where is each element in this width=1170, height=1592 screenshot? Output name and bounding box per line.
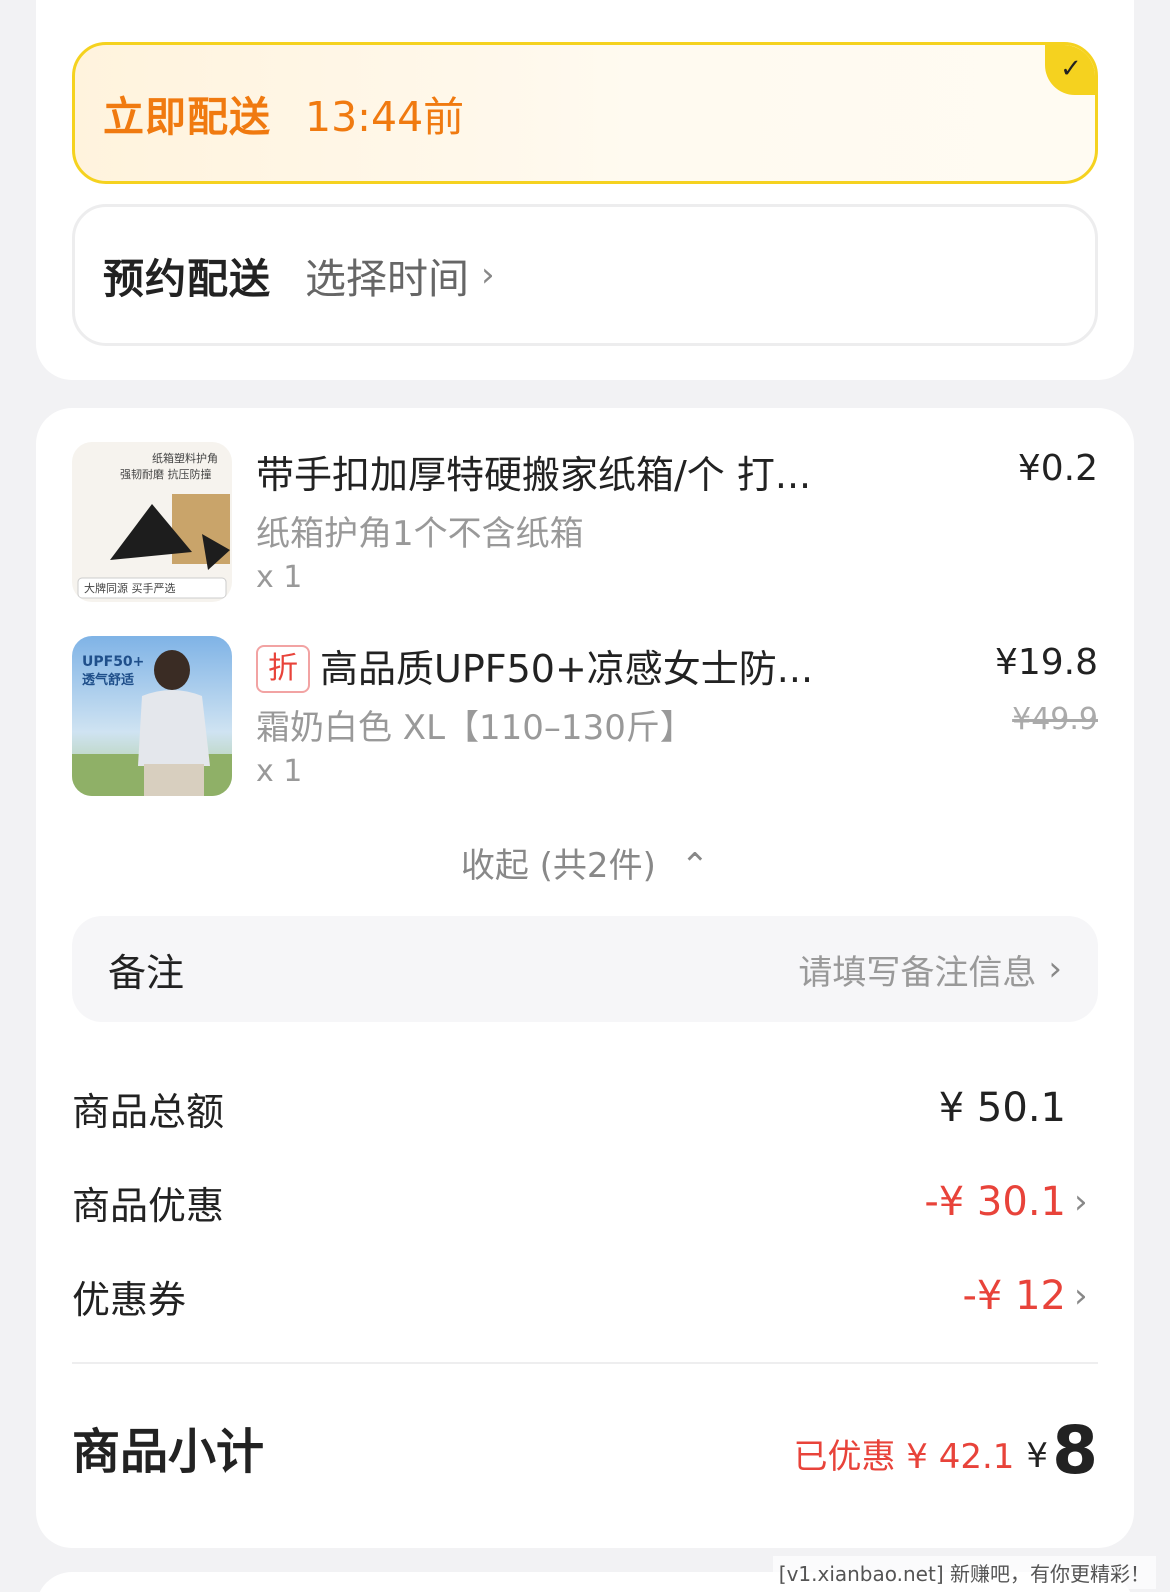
chevron-right-icon: › <box>481 255 495 295</box>
product-qty: x 1 <box>256 754 303 789</box>
choose-time-link[interactable]: 选择时间 <box>305 245 469 305</box>
product-original-price: ¥49.9 <box>1012 702 1098 737</box>
delivery-now-time: 13:44前 <box>305 93 465 141</box>
product-title: 带手扣加厚特硬搬家纸箱/个 打... <box>256 453 812 497</box>
chevron-right-icon: › <box>1074 1182 1088 1222</box>
chevron-right-icon: › <box>1074 1276 1088 1316</box>
product-price: ¥0.2 <box>1017 448 1098 489</box>
delivery-option-now[interactable]: 立即配送 13:44前 ✓ <box>72 42 1098 184</box>
product-spec: 霜奶白色 XL【110–130斤】 <box>256 708 694 748</box>
divider <box>72 1362 1098 1364</box>
discount-value: -¥ 30.1 <box>924 1179 1066 1225</box>
remark-label: 备注 <box>108 950 185 995</box>
product-spec: 纸箱护角1个不含纸箱 <box>256 514 584 554</box>
discount-row[interactable]: 商品优惠 -¥ 30.1 › <box>72 1172 1098 1232</box>
coupon-label: 优惠券 <box>72 1277 187 1322</box>
thumb-caption: 纸箱塑料护角 <box>152 451 218 465</box>
thumb-caption: 强韧耐磨 抗压防撞 <box>120 467 212 481</box>
discount-tag: 折 <box>256 645 310 693</box>
thumb-caption: 大牌同源 买手严选 <box>84 581 176 595</box>
check-icon: ✓ <box>1045 45 1095 95</box>
total-label: 商品总额 <box>72 1089 225 1134</box>
discount-label: 商品优惠 <box>72 1183 225 1228</box>
thumb-caption: 透气舒适 <box>82 672 134 688</box>
subtotal-currency: ¥ <box>1026 1436 1049 1476</box>
list-item[interactable]: 纸箱塑料护角 强韧耐磨 抗压防撞 大牌同源 买手严选 带手扣加厚特硬搬家纸箱/个… <box>72 442 1098 602</box>
coupon-row[interactable]: 优惠券 -¥ 12 › <box>72 1266 1098 1326</box>
list-item[interactable]: UPF50+ 透气舒适 折高品质UPF50+凉感女士防... 霜奶白色 XL【1… <box>72 636 1098 796</box>
product-title: 折高品质UPF50+凉感女士防... <box>256 638 813 693</box>
chevron-right-icon: › <box>1048 949 1062 989</box>
product-image: 纸箱塑料护角 强韧耐磨 抗压防撞 大牌同源 买手严选 <box>72 442 232 602</box>
total-row: 商品总额 ¥ 50.1 <box>72 1078 1098 1138</box>
total-value: ¥ 50.1 <box>938 1085 1066 1131</box>
order-card: 纸箱塑料护角 强韧耐磨 抗压防撞 大牌同源 买手严选 带手扣加厚特硬搬家纸箱/个… <box>36 408 1134 1548</box>
delivery-later-label: 预约配送 <box>103 255 271 303</box>
chevron-up-icon: ⌃ <box>680 846 710 886</box>
thumb-caption: UPF50+ <box>82 654 144 670</box>
product-qty: x 1 <box>256 560 303 595</box>
collapse-label: 收起 (共2件) <box>460 846 656 886</box>
remark-field[interactable]: 备注 请填写备注信息 › <box>72 916 1098 1022</box>
delivery-card: 立即配送 13:44前 ✓ 预约配送 选择时间 › <box>36 0 1134 380</box>
collapse-items-button[interactable]: 收起 (共2件) ⌃ <box>36 838 1134 887</box>
subtotal-row: 商品小计 已优惠 ¥ 42.1 ¥ 8 <box>72 1398 1098 1498</box>
watermark: [v1.xianbao.net] 新赚吧，有你更精彩！ <box>772 1556 1156 1589</box>
subtotal-amount: 8 <box>1052 1412 1098 1489</box>
product-title-text: 高品质UPF50+凉感女士防... <box>320 647 814 691</box>
remark-placeholder: 请填写备注信息 <box>798 952 1037 993</box>
delivery-option-scheduled[interactable]: 预约配送 选择时间 › <box>72 204 1098 346</box>
saved-amount: 已优惠 ¥ 42.1 <box>793 1437 1015 1477</box>
delivery-now-label: 立即配送 <box>103 93 271 141</box>
product-image: UPF50+ 透气舒适 <box>72 636 232 796</box>
product-price: ¥19.8 <box>994 642 1098 683</box>
subtotal-label: 商品小计 <box>72 1424 265 1480</box>
coupon-value: -¥ 12 <box>962 1273 1067 1319</box>
